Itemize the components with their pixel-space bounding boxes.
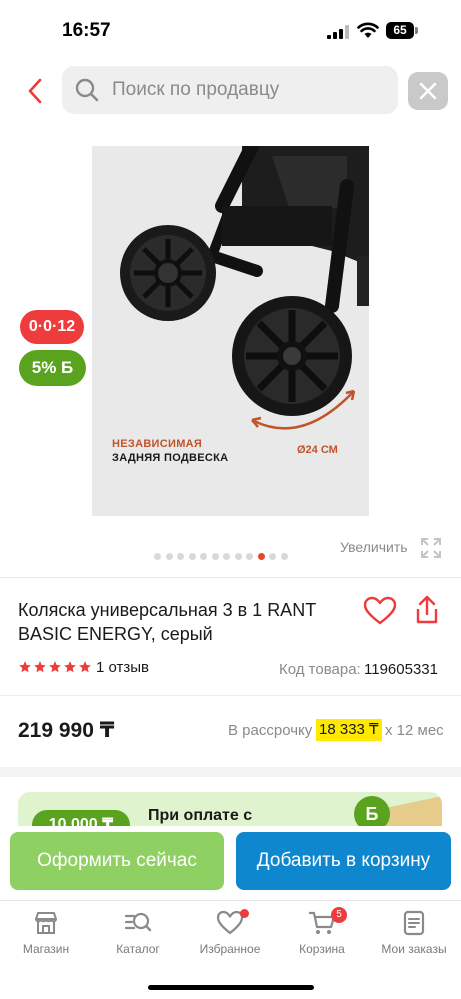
product-price: 219 990 ₸: [18, 719, 115, 742]
cart-count-badge: 5: [331, 907, 347, 923]
product-code-value: 119605331: [364, 661, 438, 678]
carousel-dots: [154, 553, 288, 561]
star-icon: [49, 661, 61, 673]
cellular-signal-icon: [327, 25, 349, 39]
buy-now-button[interactable]: Оформить сейчас: [10, 832, 224, 890]
product-code-label: Код товара:: [279, 661, 361, 678]
enlarge-link[interactable]: Увеличить: [340, 539, 408, 555]
carousel-dot[interactable]: [188, 553, 196, 560]
nav-item-favorites[interactable]: Избранное: [184, 909, 276, 965]
wifi-icon: [357, 22, 379, 38]
carousel-dot[interactable]: [200, 553, 207, 560]
image-size-label: Ø24 СМ: [297, 444, 338, 456]
image-caption-line1: НЕЗАВИСИМАЯ: [112, 438, 203, 450]
status-time: 16:57: [62, 20, 111, 41]
product-image[interactable]: НЕЗАВИСИМАЯ ЗАДНЯЯ ПОДВЕСКА Ø24 СМ: [92, 146, 369, 516]
carousel-dot[interactable]: [280, 553, 288, 560]
image-caption-line2: ЗАДНЯЯ ПОДВЕСКА: [112, 452, 229, 464]
share-icon[interactable]: [412, 594, 442, 626]
installment-monthly-value: 18 333 ₸: [316, 719, 382, 741]
store-icon: [35, 912, 57, 934]
divider: [0, 577, 461, 578]
search-input[interactable]: [112, 66, 382, 114]
bonus-badge: 5% Б: [19, 350, 86, 386]
reviews-link[interactable]: 1 отзыв: [96, 659, 149, 676]
carousel-dot[interactable]: [269, 553, 276, 560]
installment-label: В рассрочку: [228, 722, 313, 739]
product-title: Коляска универсальная 3 в 1 RANT BASIC E…: [18, 600, 316, 644]
action-bar: Оформить сейчас Добавить в корзину: [0, 826, 461, 900]
back-button[interactable]: [18, 72, 52, 110]
battery-level: 65: [386, 22, 414, 39]
carousel-dot[interactable]: [165, 553, 173, 560]
installment-badge: 0·0·12: [20, 310, 84, 344]
promo-text: При оплате с: [148, 807, 253, 824]
favorite-heart-icon[interactable]: [363, 596, 397, 626]
carousel-dot[interactable]: [223, 553, 230, 560]
carousel-dot[interactable]: [211, 553, 219, 560]
favorites-notification-dot: [240, 909, 249, 918]
clear-search-button[interactable]: [408, 72, 448, 110]
carousel-dot[interactable]: [177, 553, 184, 560]
nav-label: Магазин: [22, 942, 70, 956]
expand-icon[interactable]: [419, 536, 443, 560]
status-bar: 16:57 65: [0, 0, 461, 60]
nav-label: Каталог: [116, 942, 160, 956]
star-icon: [34, 661, 46, 673]
nav-label: Мои заказы: [381, 942, 447, 956]
home-indicator: [148, 985, 314, 990]
catalog-search-icon: [124, 912, 152, 932]
nav-item-catalog[interactable]: Каталог: [92, 909, 184, 965]
search-box[interactable]: [62, 66, 398, 114]
nav-item-orders[interactable]: Мои заказы: [368, 909, 460, 965]
add-to-cart-button[interactable]: Добавить в корзину: [236, 832, 451, 890]
nav-label: Избранное: [199, 942, 261, 956]
divider: [0, 695, 461, 696]
carousel-dot[interactable]: [257, 553, 265, 560]
orders-icon: [403, 910, 425, 936]
search-icon: [75, 78, 99, 102]
chevron-left-icon: [28, 78, 42, 104]
star-icon: [19, 661, 31, 673]
carousel-dot[interactable]: [234, 553, 242, 560]
installment-term: х 12 мес: [385, 722, 444, 739]
section-separator: [0, 767, 461, 777]
nav-item-cart[interactable]: 5 Корзина: [276, 907, 368, 965]
battery-icon: 65: [386, 22, 419, 39]
nav-item-store[interactable]: Магазин: [0, 909, 92, 965]
rating-stars: [18, 660, 92, 674]
star-icon: [64, 661, 76, 673]
star-icon: [79, 661, 91, 673]
close-icon: [419, 82, 437, 100]
nav-label: Корзина: [299, 942, 345, 956]
carousel-dot[interactable]: [154, 553, 161, 560]
carousel-dot[interactable]: [246, 553, 253, 560]
